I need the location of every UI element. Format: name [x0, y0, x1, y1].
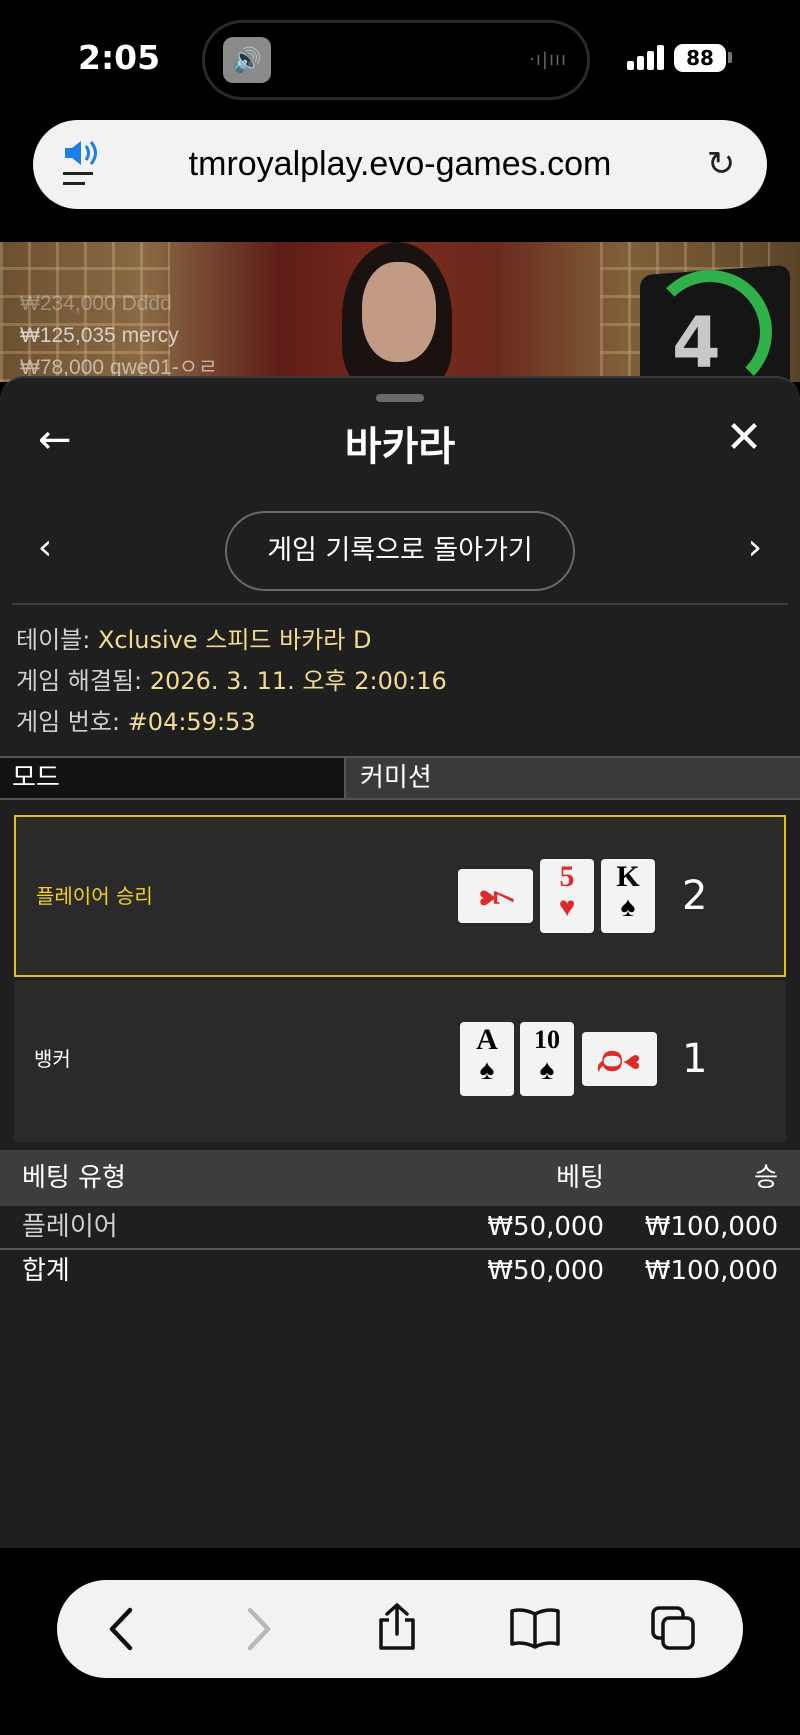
cellular-signal-icon — [627, 44, 665, 70]
winners-list: ₩234,000 Dddd ₩125,035 mercy ₩78,000 qwe… — [20, 288, 217, 382]
playing-card: ♥7 — [458, 869, 533, 923]
bet-type-cell: 플레이어 — [22, 1212, 118, 1242]
bet-amount-cell: ₩50,000 — [487, 1212, 604, 1242]
waveform-icon: ·ı|ııı — [529, 49, 567, 70]
game-history-sheet: ← 바카라 ✕ ‹ 게임 기록으로 돌아가기 › 테이블: Xclusive 스… — [0, 376, 800, 1548]
winner-row: ₩125,035 mercy — [20, 324, 179, 347]
forward-icon[interactable] — [229, 1580, 289, 1678]
banker-label: 뱅커 — [34, 1047, 71, 1071]
player-result-label: 플레이어 승리 — [36, 884, 153, 908]
dealer-face — [362, 262, 436, 362]
total-bet: ₩50,000 — [487, 1256, 604, 1286]
game-info: 테이블: Xclusive 스피드 바카라 D 게임 해결됨: 2026. 3.… — [16, 620, 447, 743]
header-win: 승 — [754, 1163, 778, 1193]
header-bet-type: 베팅 유형 — [22, 1163, 126, 1193]
chevron-right-icon[interactable]: › — [740, 528, 770, 568]
sheet-title: 바카라 — [344, 424, 456, 470]
win-amount-cell: ₩100,000 — [644, 1212, 778, 1242]
table-row: 플레이어 ₩50,000 ₩100,000 — [0, 1206, 800, 1250]
share-icon[interactable] — [367, 1580, 427, 1678]
back-to-history-button[interactable]: 게임 기록으로 돌아가기 — [225, 511, 575, 591]
playing-card: A ♠ — [460, 1022, 514, 1096]
header-bet: 베팅 — [556, 1163, 604, 1193]
speaker-icon: 🔊 — [223, 37, 271, 83]
winner-row: ₩234,000 Dddd — [20, 292, 172, 315]
divider — [12, 603, 788, 605]
countdown-number: 4 — [672, 302, 721, 382]
playing-card: 5 ♥ — [540, 859, 594, 933]
address-bar[interactable]: tmroyalplay.evo-games.com ↻ — [33, 120, 767, 209]
reload-icon[interactable]: ↻ — [699, 142, 743, 186]
bets-table-header: 베팅 유형 베팅 승 — [0, 1150, 800, 1206]
live-video-background: ₩234,000 Dddd ₩125,035 mercy ₩78,000 qwe… — [0, 242, 800, 382]
browser-toolbar — [57, 1580, 743, 1678]
player-hand: 플레이어 승리 ♥7 5 ♥ K ♠ 2 — [14, 815, 786, 977]
battery-tip — [728, 52, 732, 63]
battery-icon: 88 — [674, 44, 726, 72]
tabs-icon[interactable] — [643, 1580, 703, 1678]
playing-card: 10 ♠ — [520, 1022, 574, 1096]
close-icon[interactable]: ✕ — [722, 416, 766, 460]
back-icon[interactable] — [91, 1580, 151, 1678]
playing-card: K ♠ — [601, 859, 655, 933]
tab-mode[interactable]: 모드 — [0, 758, 346, 798]
status-bar: 2:05 🔊 ·ı|ııı 88 — [0, 0, 800, 120]
info-resolved: 게임 해결됨: 2026. 3. 11. 오후 2:00:16 — [16, 667, 447, 695]
url-text[interactable]: tmroyalplay.evo-games.com — [123, 120, 677, 209]
tab-commission[interactable]: 커미션 — [348, 758, 800, 798]
info-game-number: 게임 번호: #04:59:53 — [16, 708, 256, 736]
mode-tabs: 모드 커미션 — [0, 756, 800, 800]
banker-score: 1 — [682, 1036, 708, 1082]
total-win: ₩100,000 — [644, 1256, 778, 1286]
player-score: 2 — [682, 873, 708, 919]
total-row: 합계 ₩50,000 ₩100,000 — [0, 1250, 800, 1294]
dynamic-island: 🔊 ·ı|ııı — [202, 20, 590, 100]
bookmarks-icon[interactable] — [505, 1580, 565, 1678]
audio-playing-icon[interactable] — [63, 140, 103, 190]
chevron-left-icon[interactable]: ‹ — [30, 528, 60, 568]
banker-hand: 뱅커 A ♠ 10 ♠ Q♥ 1 — [14, 980, 786, 1142]
info-table: 테이블: Xclusive 스피드 바카라 D — [16, 626, 372, 654]
total-label: 합계 — [22, 1256, 70, 1286]
sheet-grabber[interactable] — [376, 394, 424, 402]
status-time: 2:05 — [78, 38, 161, 77]
playing-card: Q♥ — [582, 1032, 657, 1086]
